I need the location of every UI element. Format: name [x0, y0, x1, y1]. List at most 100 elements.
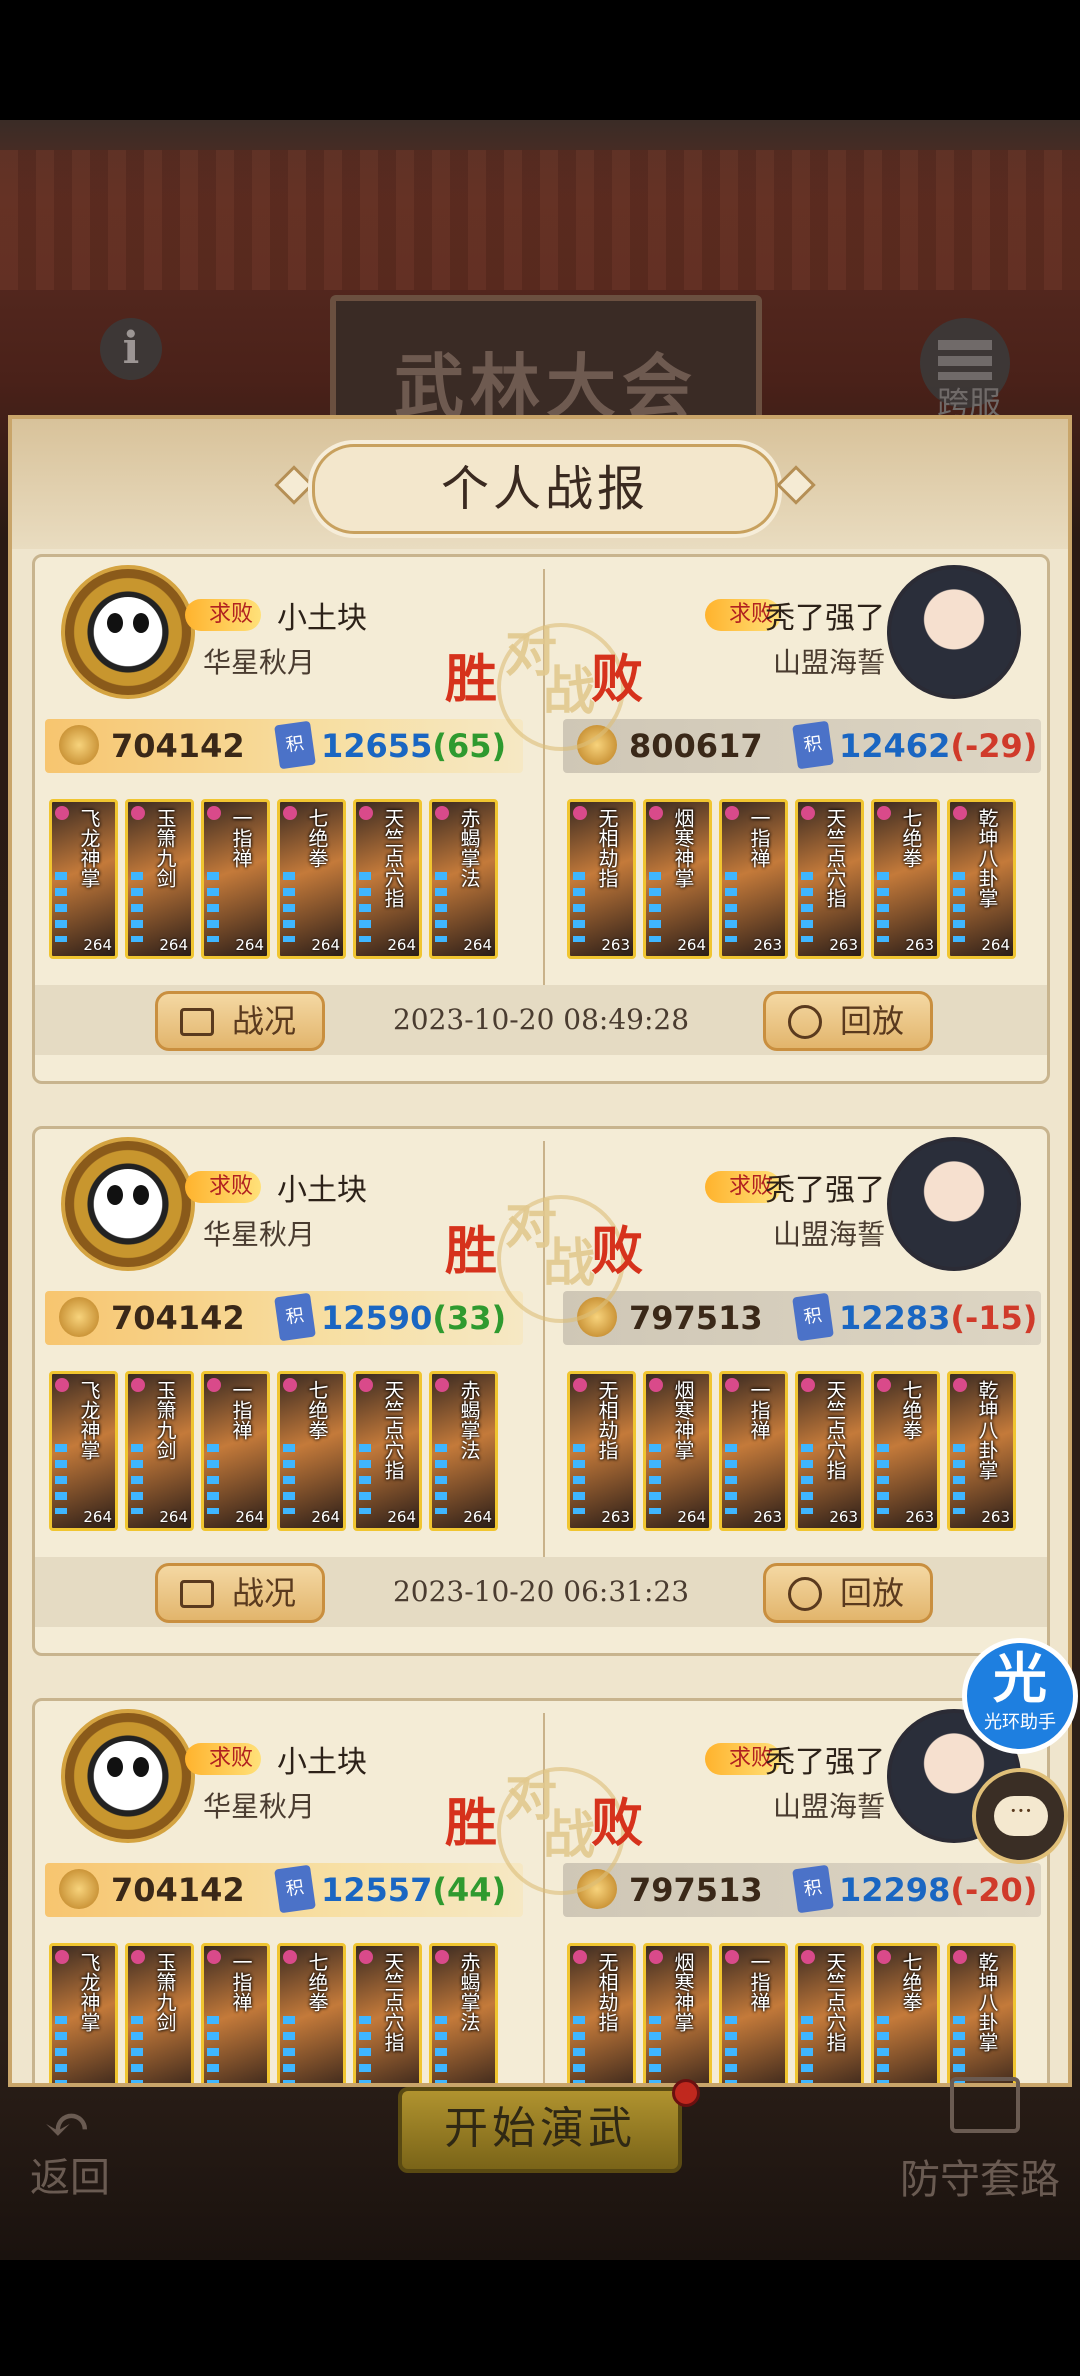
skill-card[interactable]: 一指禅 — [201, 1943, 270, 2083]
skill-card[interactable]: 一指禅 264 — [201, 799, 270, 959]
skill-card[interactable]: 玉箫九剑 264 — [125, 799, 194, 959]
skill-card[interactable]: 飞龙神掌 — [49, 1943, 118, 2083]
helper-floating-button[interactable]: 光 光环助手 — [962, 1638, 1078, 1754]
back-button[interactable]: ↶ 返回 — [30, 2093, 140, 2203]
cross-server-button[interactable]: 跨服 — [920, 318, 1010, 422]
skill-card[interactable]: 七绝拳 263 — [871, 1371, 940, 1531]
skill-star-dots — [207, 2016, 219, 2083]
skill-name: 天竺点穴指 — [823, 808, 847, 908]
skill-card[interactable]: 天竺点穴指 264 — [353, 799, 422, 959]
left-player-guild: 华星秋月 — [203, 646, 316, 679]
skill-card[interactable]: 七绝拳 — [871, 1943, 940, 2083]
skill-card[interactable]: 七绝拳 264 — [277, 799, 346, 959]
right-player-avatar[interactable] — [887, 565, 1021, 699]
skill-card[interactable]: 天竺点穴指 — [795, 1943, 864, 2083]
skill-gem-icon — [725, 806, 739, 820]
chat-floating-button[interactable]: ··· — [972, 1768, 1068, 1864]
skill-star-dots — [131, 2016, 143, 2083]
skill-card[interactable]: 烟寒神掌 264 — [643, 1371, 712, 1531]
qiubai-badge: 求败 — [185, 599, 262, 631]
replay-button[interactable]: 回放 — [763, 1563, 933, 1623]
skill-name: 七绝拳 — [305, 1952, 329, 2012]
left-combat-power: 704142 — [111, 1299, 245, 1337]
skill-star-dots — [725, 872, 737, 942]
skill-card[interactable]: 无相劫指 — [567, 1943, 636, 2083]
skill-level: 264 — [311, 936, 340, 954]
skill-card[interactable]: 天竺点穴指 264 — [353, 1371, 422, 1531]
skill-gem-icon — [801, 1378, 815, 1392]
skill-star-dots — [573, 2016, 585, 2083]
skill-name: 天竺点穴指 — [381, 808, 405, 908]
skill-card[interactable]: 七绝拳 264 — [277, 1371, 346, 1531]
left-player-avatar[interactable] — [61, 1137, 195, 1271]
right-player-guild: 山盟海誓 — [772, 1790, 885, 1823]
left-player-name: 小土块 — [277, 1173, 367, 1208]
skill-card[interactable]: 天竺点穴指 263 — [795, 799, 864, 959]
skill-star-dots — [725, 1444, 737, 1514]
ornament-left — [274, 465, 314, 505]
skill-card[interactable]: 一指禅 264 — [201, 1371, 270, 1531]
battle-footer: 战况 2023-10-20 06:31:23 回放 — [35, 1557, 1047, 1627]
skill-gem-icon — [573, 806, 587, 820]
helper-label: 光环助手 — [984, 1712, 1056, 1733]
skill-card[interactable]: 飞龙神掌 264 — [49, 799, 118, 959]
skill-card[interactable]: 赤蝎掌法 264 — [429, 1371, 498, 1531]
skill-card[interactable]: 一指禅 263 — [719, 799, 788, 959]
skill-card[interactable]: 玉箫九剑 — [125, 1943, 194, 2083]
right-score-delta: (-29) — [950, 727, 1038, 765]
defense-routine-button[interactable]: 防守套路 — [900, 2077, 1080, 2207]
skill-name: 一指禅 — [229, 808, 253, 868]
defense-label: 防守套路 — [900, 2157, 1060, 2203]
skill-card[interactable]: 七绝拳 263 — [871, 799, 940, 959]
left-player-avatar[interactable] — [61, 1709, 195, 1843]
skill-level: 263 — [601, 1508, 630, 1526]
skill-level: 264 — [83, 936, 112, 954]
skill-name: 玉箫九剑 — [153, 1380, 177, 1460]
right-player-avatar[interactable] — [887, 1137, 1021, 1271]
skill-card[interactable]: 玉箫九剑 264 — [125, 1371, 194, 1531]
power-coin-icon — [59, 1297, 99, 1337]
skill-gem-icon — [131, 806, 145, 820]
skill-card[interactable]: 天竺点穴指 263 — [795, 1371, 864, 1531]
skill-name: 天竺点穴指 — [381, 1952, 405, 2052]
right-player-name: 秃了强了 — [765, 601, 885, 636]
skill-gem-icon — [725, 1950, 739, 1964]
temple-roof — [0, 150, 1080, 290]
left-skill-row: 飞龙神掌 玉箫九剑 一指禅 七绝拳 天竺点穴指 赤蝎掌法 — [49, 1943, 498, 2083]
skill-card[interactable]: 飞龙神掌 264 — [49, 1371, 118, 1531]
skill-card[interactable]: 七绝拳 — [277, 1943, 346, 2083]
skill-gem-icon — [801, 1950, 815, 1964]
skill-card[interactable]: 烟寒神掌 — [643, 1943, 712, 2083]
skill-star-dots — [649, 872, 661, 942]
right-stat-bar: 800617 积 12462(-29) — [563, 719, 1041, 773]
start-sparring-button[interactable]: 开始演武 — [398, 2087, 682, 2173]
skill-card[interactable]: 赤蝎掌法 — [429, 1943, 498, 2083]
skill-name: 飞龙神掌 — [77, 808, 101, 888]
skill-star-dots — [55, 2016, 67, 2083]
skill-card[interactable]: 乾坤八卦掌 264 — [947, 799, 1016, 959]
panda-avatar-icon — [95, 597, 161, 661]
skill-card[interactable]: 乾坤八卦掌 — [947, 1943, 1016, 2083]
skill-card[interactable]: 乾坤八卦掌 263 — [947, 1371, 1016, 1531]
right-player-guild: 山盟海誓 — [772, 1218, 885, 1251]
skill-card[interactable]: 无相劫指 263 — [567, 799, 636, 959]
left-score-delta: (65) — [432, 727, 507, 765]
skill-star-dots — [801, 2016, 813, 2083]
replay-button[interactable]: 回放 — [763, 991, 933, 1051]
skill-card[interactable]: 无相劫指 263 — [567, 1371, 636, 1531]
qiubai-badge: 求败 — [185, 1743, 262, 1775]
skill-star-dots — [283, 872, 295, 942]
skill-level: 263 — [753, 936, 782, 954]
skill-card[interactable]: 一指禅 — [719, 1943, 788, 2083]
skill-card[interactable]: 烟寒神掌 264 — [643, 799, 712, 959]
skill-card[interactable]: 天竺点穴指 — [353, 1943, 422, 2083]
left-score-value: 12655 — [321, 727, 433, 765]
left-player-avatar[interactable] — [61, 565, 195, 699]
skill-star-dots — [359, 872, 371, 942]
skill-card[interactable]: 赤蝎掌法 264 — [429, 799, 498, 959]
skill-level: 263 — [829, 1508, 858, 1526]
info-button[interactable]: i — [100, 318, 162, 380]
skill-star-dots — [649, 1444, 661, 1514]
skill-card[interactable]: 一指禅 263 — [719, 1371, 788, 1531]
right-player-name: 秃了强了 — [765, 1745, 885, 1780]
